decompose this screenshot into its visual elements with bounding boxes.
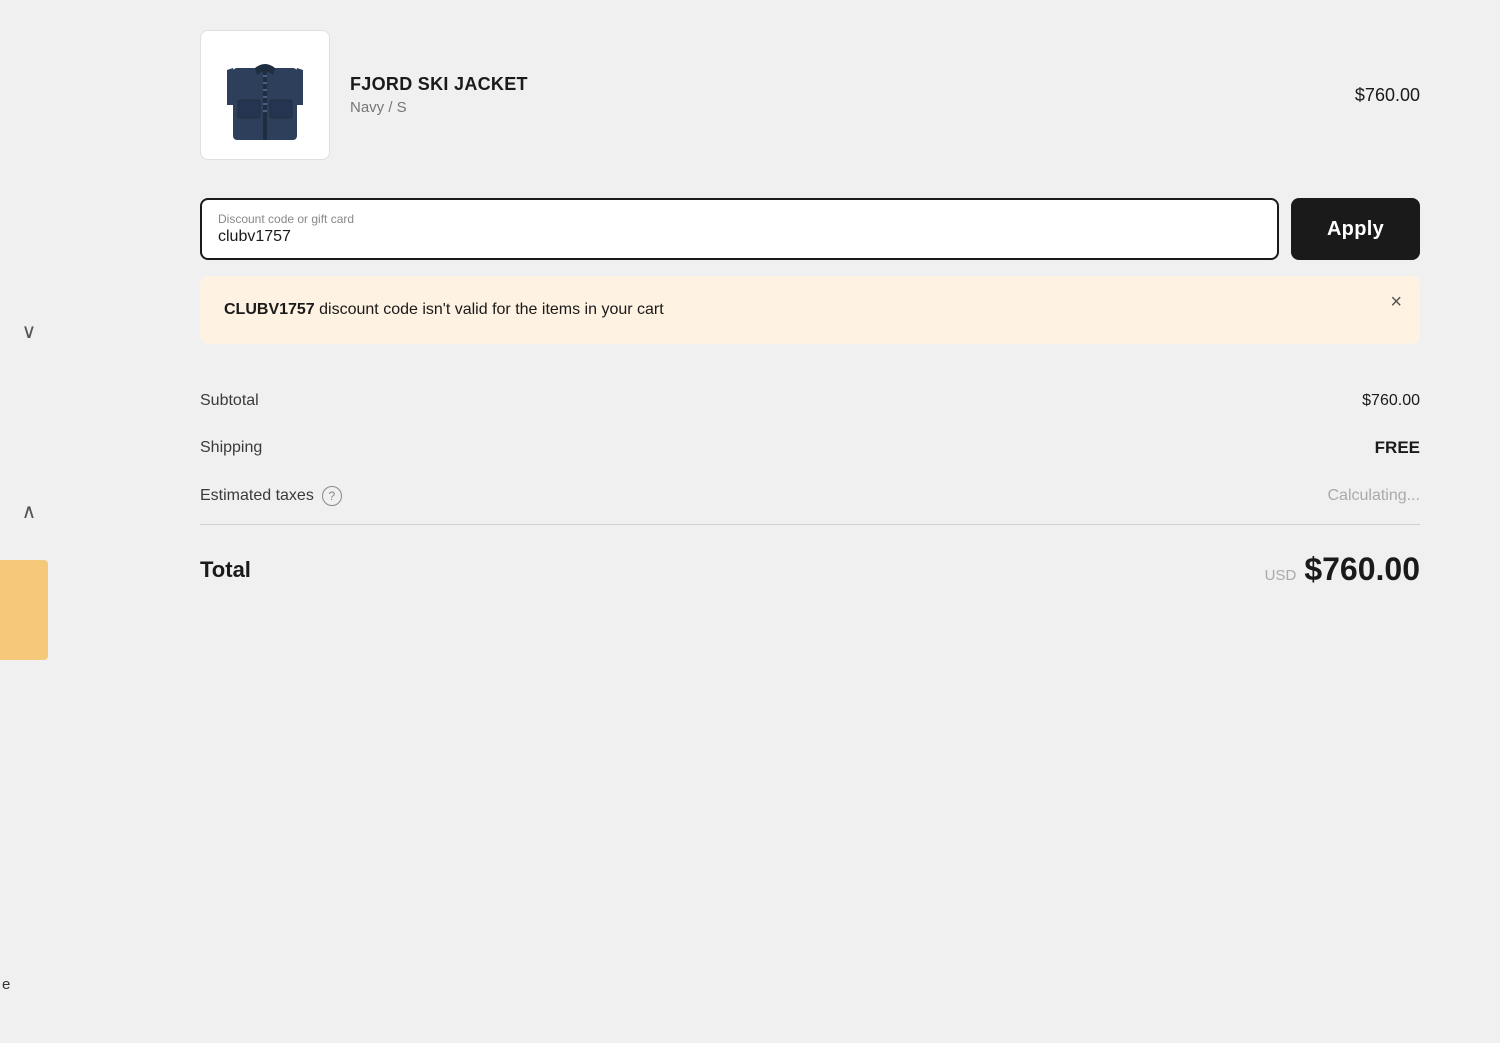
taxes-label-text: Estimated taxes [200,487,314,505]
total-row: Total USD $760.00 [200,533,1420,588]
product-variant: Navy / S [350,99,1335,116]
product-name: FJORD SKI JACKET [350,74,1335,95]
total-currency: USD [1265,567,1297,584]
chevron-up-icon: ∧ [22,499,37,524]
subtotal-row: Subtotal $760.00 [200,378,1420,424]
apply-button[interactable]: Apply [1291,198,1420,260]
total-amount: $760.00 [1304,551,1420,588]
product-image [200,30,330,160]
nav-chevron-down[interactable]: ∨ [8,310,50,352]
nav-chevron-up[interactable]: ∧ [8,490,50,532]
discount-section: Discount code or gift card Apply [200,198,1420,260]
product-image-svg [225,40,305,150]
taxes-label-wrapper: Estimated taxes ? [200,486,342,506]
error-banner: CLUBV1757 discount code isn't valid for … [200,276,1420,344]
taxes-value: Calculating... [1328,487,1421,505]
taxes-row: Estimated taxes ? Calculating... [200,472,1420,520]
edge-text: e [2,976,10,993]
orange-accent-block [0,560,48,660]
product-info: FJORD SKI JACKET Navy / S [350,74,1335,116]
product-row: FJORD SKI JACKET Navy / S $760.00 [200,10,1420,190]
subtotal-label: Subtotal [200,392,259,410]
discount-input-label: Discount code or gift card [218,212,1261,226]
subtotal-value: $760.00 [1362,392,1420,410]
total-value-group: USD $760.00 [1265,551,1420,588]
discount-input-wrapper[interactable]: Discount code or gift card [200,198,1279,260]
discount-code-input[interactable] [218,228,1261,246]
total-label: Total [200,557,251,583]
product-price: $760.00 [1355,85,1420,106]
taxes-question-icon[interactable]: ? [322,486,342,506]
error-close-button[interactable]: × [1390,292,1402,312]
chevron-down-icon: ∨ [22,319,37,344]
summary-divider [200,524,1420,525]
shipping-row: Shipping FREE [200,424,1420,472]
shipping-value: FREE [1375,438,1420,458]
shipping-label: Shipping [200,439,262,457]
error-suffix: discount code isn't valid for the items … [315,301,664,318]
order-summary: Subtotal $760.00 Shipping FREE Estimated… [200,378,1420,588]
error-message: CLUBV1757 discount code isn't valid for … [224,298,1370,322]
error-code: CLUBV1757 [224,301,315,318]
